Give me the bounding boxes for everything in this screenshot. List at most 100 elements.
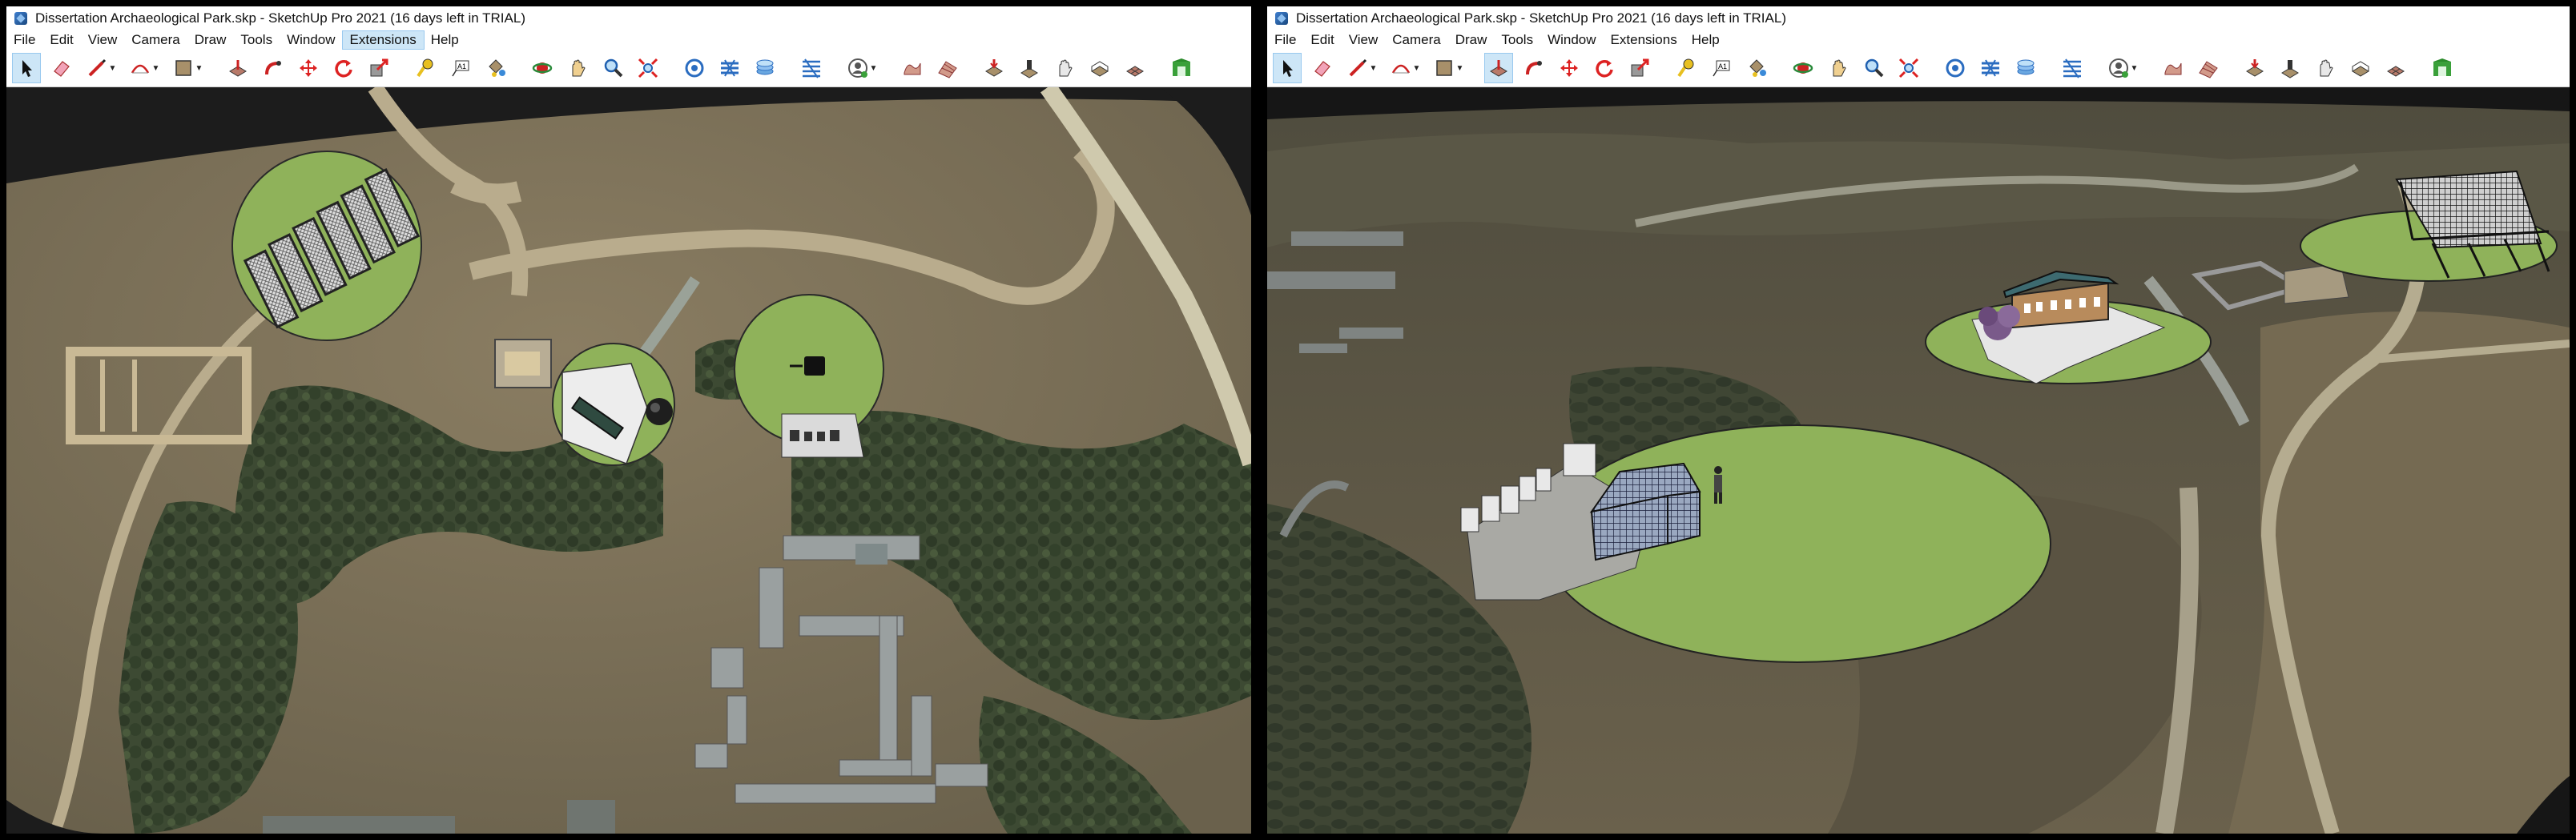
- select-tool-button[interactable]: [1273, 53, 1302, 83]
- menu-extensions[interactable]: Extensions: [341, 30, 425, 50]
- paint-bucket-icon: [489, 59, 505, 77]
- drape-tool-button[interactable]: [980, 54, 1008, 82]
- paint-bucket-tool-button[interactable]: [1743, 54, 1770, 82]
- pan-tool-button[interactable]: [564, 54, 591, 82]
- scale-icon: [370, 58, 388, 77]
- menu-view[interactable]: View: [1342, 31, 1386, 49]
- tags-button[interactable]: [1977, 54, 2004, 82]
- move-tool-button[interactable]: [295, 54, 322, 82]
- profile-button[interactable]: ▼: [844, 54, 879, 82]
- scenes-button[interactable]: [2059, 54, 2086, 82]
- components-button[interactable]: [1942, 54, 1969, 82]
- line-tool-button[interactable]: ▼: [1344, 54, 1379, 82]
- shape-tool-button[interactable]: ▼: [1431, 54, 1466, 82]
- arc-tool-button[interactable]: ▼: [1387, 54, 1423, 82]
- rotate-tool-button[interactable]: [330, 54, 357, 82]
- follow-me-tool-button[interactable]: [1520, 54, 1548, 82]
- zoom-icon: [1865, 58, 1884, 78]
- menu-edit[interactable]: Edit: [1303, 31, 1341, 49]
- viewport-top-view[interactable]: [6, 87, 1251, 834]
- menu-draw[interactable]: Draw: [1448, 31, 1495, 49]
- menu-camera[interactable]: Camera: [1385, 31, 1447, 49]
- rotate-icon: [1596, 60, 1613, 78]
- menu-tools[interactable]: Tools: [233, 31, 280, 49]
- sandbox-tool-button[interactable]: [899, 54, 926, 82]
- push-pull-icon: [1490, 60, 1507, 77]
- menu-extensions[interactable]: Extensions: [1604, 31, 1684, 49]
- tape-measure-icon: [1677, 58, 1694, 78]
- zoom-extents-tool-button[interactable]: [1895, 54, 1922, 82]
- terrain-tool-button[interactable]: [2195, 54, 2222, 82]
- flip-tool-button[interactable]: [1051, 54, 1078, 82]
- line-icon: [1349, 58, 1366, 77]
- components-button[interactable]: [681, 54, 708, 82]
- move-tool-button[interactable]: [1556, 54, 1583, 82]
- scenes-button[interactable]: [798, 54, 825, 82]
- window-title: Dissertation Archaeological Park.skp - S…: [35, 10, 525, 26]
- menu-window[interactable]: Window: [1540, 31, 1603, 49]
- paint-bucket-tool-button[interactable]: [482, 54, 509, 82]
- menu-tools[interactable]: Tools: [1494, 31, 1540, 49]
- add-detail-tool-button[interactable]: [2382, 54, 2409, 82]
- zoom-tool-button[interactable]: [1860, 54, 1887, 82]
- profile-icon: [847, 58, 867, 78]
- scale-tool-button[interactable]: [1626, 54, 1653, 82]
- menu-edit[interactable]: Edit: [42, 31, 80, 49]
- zoom-extents-tool-button[interactable]: [634, 54, 662, 82]
- menu-help[interactable]: Help: [1684, 31, 1727, 49]
- orbit-tool-button[interactable]: [1789, 54, 1817, 82]
- push-pull-tool-button[interactable]: [1484, 53, 1513, 83]
- menu-camera[interactable]: Camera: [124, 31, 187, 49]
- extension-warehouse-button[interactable]: [1168, 54, 1195, 82]
- styles-button[interactable]: [2012, 54, 2039, 82]
- select-icon: [22, 60, 32, 77]
- pan-tool-button[interactable]: [1825, 54, 1852, 82]
- eraser-tool-button[interactable]: [1309, 54, 1336, 82]
- shape-icon: [175, 60, 191, 76]
- smoove-tool-button[interactable]: [1086, 54, 1113, 82]
- scale-tool-button[interactable]: [365, 54, 392, 82]
- menu-file[interactable]: File: [1267, 31, 1303, 49]
- extension-warehouse-icon: [2433, 58, 2451, 76]
- profile-button[interactable]: ▼: [2105, 54, 2140, 82]
- flip-tool-button[interactable]: [2312, 54, 2339, 82]
- follow-me-tool-button[interactable]: [260, 54, 287, 82]
- zoom-extents-icon: [638, 58, 658, 78]
- rotate-tool-button[interactable]: [1591, 54, 1618, 82]
- menu-file[interactable]: File: [6, 31, 42, 49]
- terrain-icon: [2199, 61, 2218, 78]
- drape-tool-button[interactable]: [2241, 54, 2268, 82]
- menu-window[interactable]: Window: [280, 31, 342, 49]
- eraser-tool-button[interactable]: [48, 54, 75, 82]
- tape-measure-tool-button[interactable]: [412, 54, 439, 82]
- extension-warehouse-button[interactable]: [2429, 54, 2456, 82]
- push-pull-tool-button[interactable]: [224, 54, 252, 82]
- line-tool-button[interactable]: ▼: [83, 54, 119, 82]
- text-tool-button[interactable]: A1: [447, 54, 474, 82]
- orbit-tool-button[interactable]: [529, 54, 556, 82]
- select-tool-button[interactable]: [12, 53, 41, 83]
- shape-icon: [1435, 60, 1452, 76]
- text-tool-button[interactable]: A1: [1708, 54, 1735, 82]
- tape-measure-icon: [417, 58, 433, 78]
- viewport-perspective[interactable]: [1267, 87, 2570, 834]
- stamp-tool-button[interactable]: [1016, 54, 1043, 82]
- add-detail-tool-button[interactable]: [1121, 54, 1149, 82]
- zoom-tool-button[interactable]: [599, 54, 626, 82]
- arc-tool-button[interactable]: ▼: [127, 54, 162, 82]
- shape-tool-button[interactable]: ▼: [170, 54, 205, 82]
- tape-measure-tool-button[interactable]: [1672, 54, 1700, 82]
- menu-help[interactable]: Help: [424, 31, 466, 49]
- tags-button[interactable]: [716, 54, 743, 82]
- menu-draw[interactable]: Draw: [187, 31, 234, 49]
- line-icon: [88, 58, 106, 77]
- smoove-tool-button[interactable]: [2347, 54, 2374, 82]
- aerial-terrain-perspective: [1267, 87, 2570, 834]
- styles-button[interactable]: [751, 54, 779, 82]
- menu-view[interactable]: View: [81, 31, 125, 49]
- zoom-icon: [604, 58, 623, 78]
- terrain-tool-button[interactable]: [934, 54, 961, 82]
- stamp-tool-button[interactable]: [2276, 54, 2304, 82]
- svg-text:A1: A1: [457, 62, 466, 70]
- sandbox-tool-button[interactable]: [2159, 54, 2187, 82]
